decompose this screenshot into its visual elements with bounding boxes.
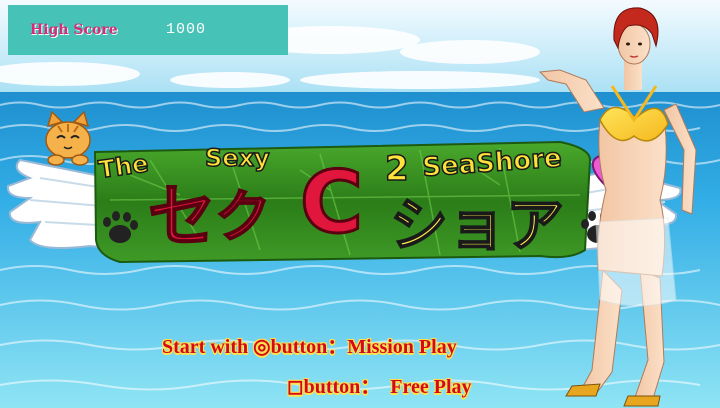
menu-free-play[interactable]: ◻button： Free Play	[287, 370, 472, 399]
menu-free-play-label: button： Free Play	[303, 376, 472, 398]
logo-superscript: 2	[385, 149, 409, 189]
mission-circle-button-icon: ◎	[253, 336, 271, 358]
logo-kana-shoa: ショア	[390, 191, 564, 259]
logo-letter-c: C	[300, 153, 363, 253]
free-square-button-icon: ◻	[287, 376, 304, 398]
logo-kana-se: セ	[148, 178, 216, 257]
logo-word-sexy: Sexy	[205, 144, 270, 172]
high-score-label: High Score	[30, 22, 118, 38]
logo-kana-ku: ク	[215, 185, 271, 250]
menu-mission-play-label: button：Mission Play	[270, 336, 457, 358]
menu-start-with-text: Start with	[162, 336, 254, 358]
menu-mission-play[interactable]: Start with ◎button：Mission Play	[162, 330, 457, 359]
high-score-value: 1000	[166, 21, 207, 38]
